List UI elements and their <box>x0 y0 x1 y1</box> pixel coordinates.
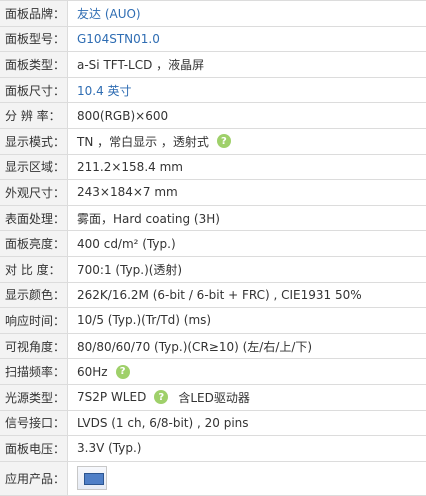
spec-row: 光源类型： 7S2P WLED? 含LED驱动器 <box>0 384 426 411</box>
spec-label: 显示模式： <box>0 128 68 154</box>
help-icon[interactable]: ? <box>115 364 130 379</box>
spec-row: 分 辨 率： 800(RGB)×600 <box>0 103 426 129</box>
spec-label: 面板亮度： <box>0 231 68 256</box>
spec-value-text: a-Si TFT-LCD ，液晶屏 <box>77 57 205 72</box>
spec-value: LVDS (1 ch, 6/8-bit) , 20 pins <box>68 416 249 430</box>
spec-value-text: 211.2×158.4 mm <box>77 159 183 174</box>
spec-row: 面板品牌： 友达 (AUO) <box>0 1 426 27</box>
spec-row: 面板尺寸： 10.4 英寸 <box>0 77 426 104</box>
spec-label: 面板尺寸： <box>0 77 68 103</box>
spec-row-application: 应用产品： <box>0 461 426 496</box>
spec-value: 7S2P WLED? 含LED驱动器 <box>68 389 250 406</box>
spec-value-link[interactable]: 友达 (AUO) <box>68 5 141 22</box>
spec-value-link[interactable]: 10.4 英寸 <box>68 82 132 99</box>
spec-label: 扫描频率： <box>0 359 68 384</box>
spec-row: 响应时间： 10/5 (Typ.)(Tr/Td) (ms) <box>0 308 426 334</box>
spec-row: 显示区域： 211.2×158.4 mm <box>0 154 426 181</box>
spec-value-text: 800(RGB)×600 <box>77 108 169 123</box>
spec-label: 面板品牌： <box>0 1 68 26</box>
spec-value-text: 10/5 (Typ.)(Tr/Td) (ms) <box>77 313 212 328</box>
spec-label: 面板电压： <box>0 436 68 461</box>
spec-label: 信号接口： <box>0 410 68 436</box>
spec-value: 400 cd/m² (Typ.) <box>68 237 176 251</box>
spec-value: 262K/16.2M (6-bit / 6-bit + FRC) , CIE19… <box>68 288 362 302</box>
spec-label: 面板类型： <box>0 52 68 77</box>
spec-label: 分 辨 率： <box>0 103 68 128</box>
spec-value-text: 262K/16.2M (6-bit / 6-bit + FRC) , CIE19… <box>77 287 362 302</box>
spec-label: 对 比 度： <box>0 256 68 282</box>
spec-value-text: 400 cd/m² (Typ.) <box>77 236 176 251</box>
spec-value-text: 10.4 英寸 <box>77 83 132 98</box>
spec-label: 显示区域： <box>0 154 68 180</box>
spec-label: 光源类型： <box>0 384 68 410</box>
spec-row: 面板电压： 3.3V (Typ.) <box>0 436 426 462</box>
spec-value-text: 80/80/60/70 (Typ.)(CR≥10) (左/右/上/下) <box>77 339 313 354</box>
spec-value-text: 700:1 (Typ.)(透射) <box>77 262 183 277</box>
help-icon[interactable]: ? <box>154 390 169 405</box>
spec-row: 对 比 度： 700:1 (Typ.)(透射) <box>0 256 426 283</box>
spec-row: 显示颜色： 262K/16.2M (6-bit / 6-bit + FRC) , … <box>0 282 426 309</box>
spec-row: 面板亮度： 400 cd/m² (Typ.) <box>0 231 426 257</box>
spec-value: 3.3V (Typ.) <box>68 441 141 455</box>
spec-value-text: LVDS (1 ch, 6/8-bit) , 20 pins <box>77 415 249 430</box>
spec-value: 243×184×7 mm <box>68 185 178 199</box>
spec-row: 显示模式： TN ，常白显示 ，透射式? <box>0 128 426 155</box>
spec-value: 211.2×158.4 mm <box>68 160 183 174</box>
spec-value-text: 友达 (AUO) <box>77 6 141 21</box>
spec-row: 表面处理： 雾面，Hard coating (3H) <box>0 205 426 232</box>
spec-value: a-Si TFT-LCD ，液晶屏 <box>68 56 204 73</box>
spec-value-extra: 含LED驱动器 <box>178 390 250 405</box>
spec-row: 面板型号： G104STN01.0 <box>0 26 426 53</box>
spec-row: 扫描频率： 60Hz? <box>0 359 426 385</box>
spec-label: 应用产品： <box>0 461 68 495</box>
spec-value: 60Hz? <box>68 364 134 379</box>
spec-label: 外观尺寸： <box>0 180 68 205</box>
spec-value-link[interactable]: G104STN01.0 <box>68 32 160 46</box>
spec-value: 10/5 (Typ.)(Tr/Td) (ms) <box>68 313 211 327</box>
spec-value: 80/80/60/70 (Typ.)(CR≥10) (左/右/上/下) <box>68 338 312 355</box>
spec-value-text: 243×184×7 mm <box>77 185 178 200</box>
help-icon[interactable]: ? <box>216 134 231 149</box>
spec-value-text: 7S2P WLED <box>77 390 147 405</box>
spec-label: 响应时间： <box>0 308 68 333</box>
spec-value: 700:1 (Typ.)(透射) <box>68 261 182 278</box>
spec-value: 雾面，Hard coating (3H) <box>68 210 220 227</box>
spec-label: 可视角度： <box>0 333 68 359</box>
spec-label: 显示颜色： <box>0 282 68 308</box>
spec-value-text: G104STN01.0 <box>77 31 160 46</box>
spec-table: 面板品牌： 友达 (AUO) 面板型号： G104STN01.0 面板类型： a-Si T… <box>0 0 426 496</box>
spec-value-text: 60Hz <box>77 364 108 379</box>
spec-row: 面板类型： a-Si TFT-LCD ，液晶屏 <box>0 52 426 78</box>
spec-value <box>68 466 107 491</box>
spec-row: 可视角度： 80/80/60/70 (Typ.)(CR≥10) (左/右/上/下) <box>0 333 426 360</box>
monitor-thumbnail-icon[interactable] <box>77 466 107 491</box>
spec-value-text: 雾面，Hard coating (3H) <box>77 211 220 226</box>
spec-row: 信号接口： LVDS (1 ch, 6/8-bit) , 20 pins <box>0 410 426 437</box>
spec-row: 外观尺寸： 243×184×7 mm <box>0 180 426 206</box>
spec-value-text: 3.3V (Typ.) <box>77 441 142 456</box>
spec-label: 表面处理： <box>0 205 68 231</box>
spec-value-text: TN ，常白显示 ，透射式 <box>77 134 209 149</box>
spec-label: 面板型号： <box>0 26 68 52</box>
spec-value: TN ，常白显示 ，透射式? <box>68 133 235 150</box>
spec-value: 800(RGB)×600 <box>68 109 168 123</box>
